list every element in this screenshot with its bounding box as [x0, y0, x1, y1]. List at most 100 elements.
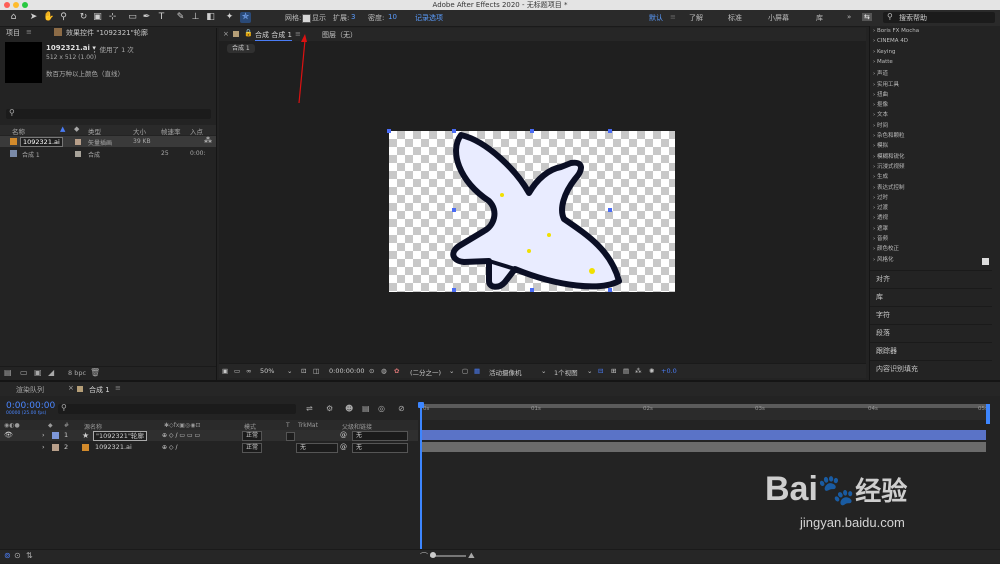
workspace-small-screen[interactable]: 小屏幕	[768, 13, 789, 23]
bounding-handle[interactable]	[452, 288, 456, 292]
bounding-handle[interactable]	[608, 288, 612, 292]
new-composition-icon[interactable]: ▣	[34, 368, 42, 377]
workspace-libraries[interactable]: 库	[816, 13, 823, 23]
effect-category[interactable]: › CINEMA 4D	[873, 38, 908, 44]
bounding-handle[interactable]	[608, 129, 612, 133]
effect-category[interactable]: › 扭曲	[873, 90, 888, 98]
new-folder-icon[interactable]: ▭	[20, 368, 28, 377]
comp-canvas[interactable]	[387, 129, 675, 292]
effect-category[interactable]: › 生成	[873, 172, 888, 180]
av-features-icon[interactable]: ◉◐●	[4, 422, 20, 429]
pan-behind-tool-icon[interactable]: ⊹	[107, 12, 118, 23]
mask-visibility-icon[interactable]: ◫	[313, 367, 319, 375]
chevron-down-icon[interactable]: ⌄	[541, 367, 546, 375]
home-icon[interactable]: ⌂	[8, 12, 19, 23]
hand-tool-icon[interactable]: ✋	[43, 12, 54, 23]
density-value[interactable]: 10	[388, 13, 397, 21]
layer-row-1[interactable]: 👁 › 1 ★ "1092321"轮廓 ⊕ ◇ / ▭ ▭ ▭ 正常 @ 无	[0, 430, 418, 441]
label-column-icon[interactable]: ◆	[48, 422, 53, 429]
paragraph-panel[interactable]: 段落	[870, 324, 992, 340]
col-fps[interactable]: 帧速率	[161, 126, 181, 136]
trkmat-select[interactable]: 无	[296, 443, 338, 453]
effect-category[interactable]: › 过时	[873, 193, 888, 201]
character-panel[interactable]: 字符	[870, 306, 992, 322]
label-color-swatch[interactable]	[75, 139, 81, 145]
layer-tab-label[interactable]: 图层（无）	[322, 30, 357, 40]
zoom-window-button[interactable]	[22, 2, 28, 8]
label-column-icon[interactable]: ◆	[74, 125, 79, 133]
exposure-value[interactable]: +0.0	[661, 367, 677, 375]
bounding-handle[interactable]	[387, 129, 391, 133]
comp-tab-label[interactable]: 合成 合成 1	[255, 30, 292, 41]
panel-resize-icon[interactable]	[982, 258, 989, 265]
effects-controls-tab[interactable]: 效果控件 "1092321"轮廓	[66, 28, 148, 39]
zoom-select[interactable]: 50%	[260, 367, 274, 375]
bounding-handle[interactable]	[452, 129, 456, 133]
work-area-end[interactable]	[986, 404, 990, 424]
pen-tool-icon[interactable]: ✒	[141, 12, 152, 23]
camera-select[interactable]: 活动摄像机	[489, 367, 522, 377]
layer-name[interactable]: "1092321"轮廓	[93, 431, 147, 441]
help-search-field[interactable]: ⚲ 搜索帮助	[883, 12, 995, 23]
puppet-tool-icon[interactable]: ✯	[240, 12, 251, 23]
draft-3d-icon[interactable]: ⚙	[326, 404, 333, 413]
col-name[interactable]: 名称	[12, 126, 25, 136]
expand-chevron-icon[interactable]: ›	[42, 442, 45, 453]
time-ruler[interactable]	[420, 408, 988, 420]
current-time[interactable]: 0:00:00:00	[329, 367, 365, 375]
effect-category[interactable]: › 沉浸式视频	[873, 162, 904, 170]
zoom-out-icon[interactable]: ⌒	[420, 551, 428, 562]
effect-category[interactable]: › 过渡	[873, 203, 888, 211]
views-select[interactable]: 1个视图	[554, 367, 578, 377]
playhead[interactable]	[420, 402, 422, 552]
lock-icon[interactable]: 🔒	[244, 29, 253, 37]
effect-category[interactable]: › 抠像	[873, 100, 888, 108]
graph-editor-icon[interactable]: ⊘	[398, 404, 405, 413]
color-channel-icon[interactable]: ✿	[394, 367, 399, 375]
render-queue-tab[interactable]: 渲染队列	[16, 385, 44, 395]
project-search-input[interactable]: ⚲	[6, 108, 211, 119]
monitor-icon[interactable]: ▭	[234, 367, 240, 375]
zoom-tool-icon[interactable]: ⚲	[58, 12, 69, 23]
selection-tool-icon[interactable]: ➤	[28, 12, 39, 23]
workspace-learn[interactable]: 了解	[689, 13, 703, 23]
effect-category[interactable]: › 实用工具	[873, 80, 899, 88]
preserve-transparency-checkbox[interactable]	[286, 432, 295, 441]
snapshot-icon[interactable]: ⊙	[369, 367, 374, 375]
blend-mode-select[interactable]: 正常	[242, 431, 263, 441]
effect-category[interactable]: › Matte	[873, 59, 893, 65]
comp-mini-flowchart-icon[interactable]: ⇌	[306, 404, 313, 413]
effect-category[interactable]: › 时间	[873, 121, 888, 129]
in-out-toggle-icon[interactable]: ⇅	[26, 551, 33, 560]
effect-category[interactable]: › Keying	[873, 49, 895, 55]
always-preview-icon[interactable]: ▣	[222, 367, 228, 375]
sync-icon[interactable]: ⇆	[862, 13, 872, 21]
col-type[interactable]: 类型	[88, 126, 101, 136]
project-tab-menu-icon[interactable]: ≡	[26, 28, 32, 36]
align-panel[interactable]: 对齐	[870, 270, 992, 286]
comp-breadcrumb[interactable]: 合成 1	[227, 44, 255, 53]
eraser-tool-icon[interactable]: ◧	[205, 12, 216, 23]
interpret-footage-icon[interactable]: ▤	[4, 368, 12, 377]
layer-label-swatch[interactable]	[52, 432, 59, 439]
record-options-link[interactable]: 记录选项	[415, 13, 443, 23]
timeline-icon[interactable]: ▤	[623, 367, 629, 375]
timeline-timecode[interactable]: 0:00:00:00	[6, 401, 55, 411]
project-row[interactable]: 合成 1 合成 25 0:00:	[0, 148, 216, 159]
zoom-slider-knob[interactable]	[430, 552, 436, 558]
frame-blending-icon[interactable]: ▤	[362, 404, 370, 413]
rotate-tool-icon[interactable]: ↻	[78, 12, 89, 23]
col-in[interactable]: 入点	[190, 126, 203, 136]
close-window-button[interactable]	[4, 2, 10, 8]
bounding-handle[interactable]	[530, 129, 534, 133]
effect-category[interactable]: › 表达式控制	[873, 183, 904, 191]
effect-category[interactable]: › 模拟	[873, 141, 888, 149]
clone-stamp-tool-icon[interactable]: ⊥	[190, 12, 201, 23]
project-row[interactable]: 1092321.ai 矢量插画 39 KB ⁂	[0, 136, 216, 147]
effect-category[interactable]: › 模糊和锐化	[873, 152, 904, 160]
brush-tool-icon[interactable]: ✎	[175, 12, 186, 23]
layer-switches-icons[interactable]: ⊕ ◇ /	[162, 442, 177, 453]
playhead-handle[interactable]	[418, 402, 424, 408]
show-checkbox[interactable]	[302, 14, 311, 23]
bounding-handle[interactable]	[608, 208, 612, 212]
